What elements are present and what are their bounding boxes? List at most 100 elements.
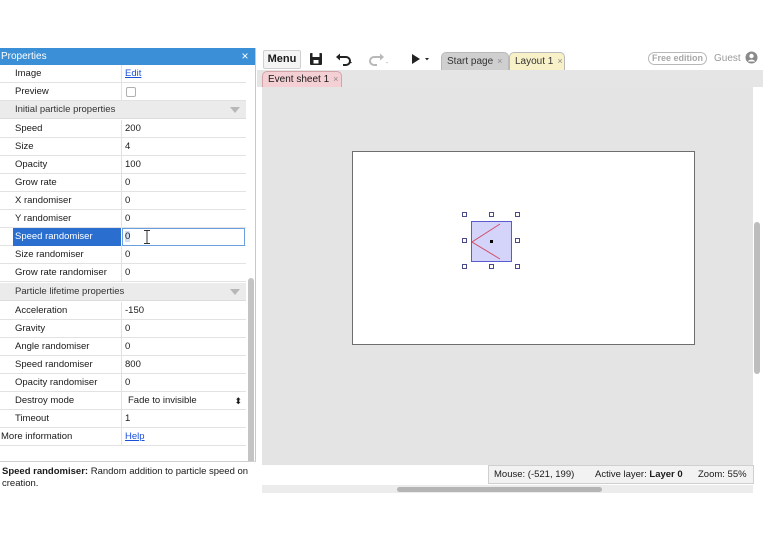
tab-layout-1[interactable]: Layout 1 ×: [509, 52, 565, 70]
properties-title: Properties: [1, 51, 47, 62]
text-cursor-icon: [144, 230, 150, 244]
tab-close-icon[interactable]: ×: [557, 56, 562, 66]
property-value[interactable]: 0: [125, 374, 130, 392]
property-row-grow-rate-randomiser[interactable]: Grow rate randomiser 0: [0, 264, 246, 282]
resize-handle-top-right[interactable]: [515, 212, 520, 217]
property-name: Opacity: [15, 159, 48, 170]
zoom-level: Zoom: 55%: [698, 469, 747, 480]
property-name: Image: [15, 68, 42, 79]
input-value: 0: [125, 231, 131, 242]
property-value[interactable]: 4: [125, 138, 130, 156]
section-title: Particle lifetime properties: [15, 286, 125, 297]
property-value[interactable]: 200: [125, 120, 141, 138]
property-value[interactable]: 100: [125, 156, 141, 174]
property-row-size-randomiser[interactable]: Size randomiser 0: [0, 246, 246, 264]
free-edition-badge[interactable]: Free edition: [648, 52, 708, 65]
menu-button[interactable]: Menu: [263, 50, 301, 69]
property-name: Destroy mode: [15, 395, 75, 406]
property-name: Size randomiser: [15, 249, 84, 260]
tab-label: Event sheet 1: [268, 74, 330, 85]
property-name: Size: [15, 141, 34, 152]
property-name: Y randomiser: [15, 213, 72, 224]
property-row-speed-randomiser-selected[interactable]: Speed randomiser 0: [0, 228, 246, 246]
resize-handle-top-left[interactable]: [462, 212, 467, 217]
property-name: Grow rate randomiser: [15, 267, 107, 278]
property-row-destroy-mode[interactable]: Destroy mode Fade to invisible ⬍: [0, 392, 246, 410]
document-subtabs: Event sheet 1 ×: [257, 70, 763, 87]
run-layout-icon[interactable]: [409, 51, 431, 67]
resize-handle-bottom-left[interactable]: [462, 264, 467, 269]
layout-canvas[interactable]: [352, 151, 695, 345]
resize-handle-bottom-right[interactable]: [515, 264, 520, 269]
property-row-timeout[interactable]: Timeout 1: [0, 410, 246, 428]
property-row-preview: Preview: [0, 83, 246, 101]
property-row-speed[interactable]: Speed 200: [0, 120, 246, 138]
collapse-chevron-icon[interactable]: [230, 289, 240, 295]
property-name: Speed randomiser: [15, 359, 93, 370]
property-name: Acceleration: [15, 305, 68, 316]
property-value[interactable]: 0: [125, 174, 130, 192]
section-particle-lifetime-properties[interactable]: Particle lifetime properties: [0, 283, 246, 301]
property-name: Grow rate: [15, 177, 57, 188]
speed-randomiser-input[interactable]: 0: [122, 228, 245, 246]
property-value[interactable]: 800: [125, 356, 141, 374]
property-row-size[interactable]: Size 4: [0, 138, 246, 156]
property-row-angle-randomiser[interactable]: Angle randomiser 0: [0, 338, 246, 356]
property-value[interactable]: 0: [125, 320, 130, 338]
description-title: Speed randomiser:: [2, 466, 89, 477]
property-value[interactable]: 0: [125, 192, 130, 210]
property-row-opacity[interactable]: Opacity 100: [0, 156, 246, 174]
undo-icon[interactable]: [335, 51, 353, 67]
redo-icon[interactable]: [367, 51, 389, 67]
property-row-image: Image Edit: [0, 65, 246, 83]
property-value[interactable]: 0: [125, 264, 130, 282]
property-value[interactable]: 0: [125, 210, 130, 228]
property-value[interactable]: 1: [125, 410, 130, 428]
tab-start-page[interactable]: Start page ×: [441, 52, 509, 70]
properties-header: Properties ×: [0, 48, 255, 65]
help-link[interactable]: Help: [125, 428, 145, 446]
edit-image-link[interactable]: Edit: [125, 65, 141, 83]
property-name: Preview: [15, 86, 49, 97]
tab-close-icon[interactable]: ×: [333, 74, 338, 84]
property-name: Timeout: [15, 413, 49, 424]
property-row-y-randomiser[interactable]: Y randomiser 0: [0, 210, 246, 228]
properties-scrollbar[interactable]: [248, 278, 254, 488]
property-name: X randomiser: [15, 195, 72, 206]
property-row-gravity[interactable]: Gravity 0: [0, 320, 246, 338]
property-row-opacity-randomiser[interactable]: Opacity randomiser 0: [0, 374, 246, 392]
main-toolbar: Menu Start page × Layout 1 × Free edition …: [257, 48, 763, 70]
tab-label: Start page: [447, 56, 494, 67]
close-icon[interactable]: ×: [239, 48, 251, 65]
tab-close-icon[interactable]: ×: [497, 56, 502, 66]
tab-event-sheet-1[interactable]: Event sheet 1 ×: [262, 71, 342, 87]
status-bar: Mouse: (-521, 199) Active layer: Layer 0…: [488, 465, 754, 484]
resize-handle-left[interactable]: [462, 238, 467, 243]
property-row-grow-rate[interactable]: Grow rate 0: [0, 174, 246, 192]
property-value[interactable]: 0: [125, 338, 130, 356]
property-row-acceleration[interactable]: Acceleration -150: [0, 302, 246, 320]
property-value[interactable]: 0: [125, 246, 130, 264]
property-row-lifetime-speed-randomiser[interactable]: Speed randomiser 800: [0, 356, 246, 374]
resize-handle-top[interactable]: [489, 212, 494, 217]
property-value[interactable]: -150: [125, 302, 144, 320]
active-layer-value: Layer 0: [649, 469, 683, 480]
resize-handle-right[interactable]: [515, 238, 520, 243]
resize-handle-bottom[interactable]: [489, 264, 494, 269]
property-row-x-randomiser[interactable]: X randomiser 0: [0, 192, 246, 210]
tab-label: Layout 1: [515, 56, 554, 67]
section-title: Initial particle properties: [15, 104, 116, 115]
vertical-scrollbar[interactable]: [754, 222, 760, 374]
collapse-chevron-icon[interactable]: [230, 107, 240, 113]
section-initial-particle-properties[interactable]: Initial particle properties: [0, 101, 246, 119]
active-layer-label: Active layer:: [595, 469, 650, 480]
origin-point-icon: [490, 240, 493, 243]
destroy-mode-select[interactable]: Fade to invisible ⬍: [123, 393, 245, 409]
user-avatar-icon[interactable]: [745, 51, 758, 64]
save-icon[interactable]: [309, 51, 323, 67]
active-layer-status: Active layer: Layer 0: [595, 466, 683, 483]
preview-checkbox[interactable]: [126, 87, 136, 97]
property-name: More information: [1, 431, 73, 442]
guest-label[interactable]: Guest: [714, 53, 741, 64]
horizontal-scrollbar[interactable]: [397, 487, 602, 492]
